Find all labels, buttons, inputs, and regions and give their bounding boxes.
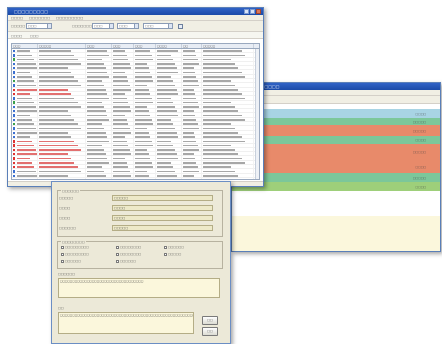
option-checkbox[interactable]: □□□□□□□□ xyxy=(116,252,141,256)
field3-value: □□□ xyxy=(119,24,128,28)
list-titlebar[interactable]: □□□□□□□□□ xyxy=(8,8,263,15)
subbar-item[interactable]: □□□ xyxy=(30,34,39,38)
group-title: □□□□□□ xyxy=(61,189,81,193)
form-window: □□□□□□ □□□□□ □□□□□ □□□□ □□□□ □□□□ □□□□ □… xyxy=(51,181,231,344)
checkbox-label: □□□□□□ xyxy=(65,259,81,263)
form-body: □□□□□□ □□□□□ □□□□□ □□□□ □□□□ □□□□ □□□□ □… xyxy=(52,182,230,343)
search-icon[interactable] xyxy=(178,23,183,29)
menu-item[interactable]: □□□□ xyxy=(11,15,23,20)
field-value[interactable]: □□□□ xyxy=(112,215,213,221)
field-value[interactable]: □□□□□ xyxy=(112,195,213,201)
column-header[interactable]: □□□ xyxy=(134,44,156,48)
field1-label: □□□□□ xyxy=(11,24,26,28)
checkbox-box[interactable] xyxy=(61,252,64,256)
table-cell xyxy=(38,177,86,179)
checkbox-box[interactable] xyxy=(61,245,64,249)
field3-select[interactable]: □□□ xyxy=(117,23,139,29)
checkbox-box[interactable] xyxy=(116,252,119,256)
checkbox-label: □□□□□□ xyxy=(168,245,184,249)
checkbox-box[interactable] xyxy=(164,245,167,249)
field-label: □□□□ xyxy=(59,206,71,210)
field2-select[interactable]: □□□ xyxy=(92,23,114,29)
band-value: □□□□ xyxy=(415,164,426,169)
menu-item[interactable]: □□□□□□□□□ xyxy=(56,15,83,20)
column-header[interactable]: □□□□ xyxy=(156,44,182,48)
band-value: □□□□□ xyxy=(412,128,426,133)
column-header[interactable]: □□□ xyxy=(86,44,112,48)
minimize-button[interactable] xyxy=(244,9,249,14)
band-value: □□□□□ xyxy=(412,119,426,124)
chevron-down-icon[interactable] xyxy=(168,24,172,28)
option-checkbox[interactable]: □□□□□□ xyxy=(116,259,136,263)
band-value: □□□□ xyxy=(415,111,426,116)
checkbox-label: □□□□□□□□□ xyxy=(65,252,89,256)
table-cell xyxy=(156,177,182,179)
memo2-title: □□ xyxy=(58,306,64,310)
checkbox-label: □□□□□□□□□ xyxy=(65,245,89,249)
column-header[interactable]: □□□ xyxy=(112,44,134,48)
list-window: □□□□□□□□□ □□□□ □□□□□□□ □□□□□□□□□ □□□□□ □… xyxy=(7,7,264,187)
table-body xyxy=(12,49,259,179)
field-label: □□□□ xyxy=(59,216,71,220)
timeline-footer-panel xyxy=(232,216,440,251)
checkbox-label: □□□□□□ xyxy=(120,259,136,263)
chevron-down-icon[interactable] xyxy=(47,24,51,28)
field4-select[interactable]: □□□ xyxy=(143,23,173,29)
checkbox-label: □□□□□□□□ xyxy=(120,252,142,256)
table-cell xyxy=(182,177,202,179)
option-checkbox[interactable]: □□□□□□ xyxy=(61,259,81,263)
checkbox-box[interactable] xyxy=(116,259,119,263)
menu-item[interactable]: □□□□□□□ xyxy=(29,15,50,20)
list-toolbar: □□□□□ □□□ □□□□□□□ □□□ □□□ □□□ xyxy=(8,21,263,32)
option-checkbox[interactable]: □□□□□□ xyxy=(164,245,184,249)
chevron-down-icon[interactable] xyxy=(134,24,138,28)
option-checkbox[interactable]: □□□□□□□□ xyxy=(116,245,141,249)
field2-value: □□□ xyxy=(94,24,103,28)
close-button[interactable] xyxy=(256,9,261,14)
cancel-button[interactable]: □□ xyxy=(202,327,218,336)
option-checkbox[interactable]: □□□□□ xyxy=(164,252,181,256)
option-checkbox[interactable]: □□□□□□□□□ xyxy=(61,252,89,256)
band-value: □□□□□ xyxy=(412,175,426,180)
record-table: □□□ □□□□□ □□□ □□□ □□□ □□□□ □□ □□□□□ xyxy=(11,43,260,180)
field-value[interactable]: □□□□ xyxy=(112,205,213,211)
maximize-button[interactable] xyxy=(250,9,255,14)
table-row[interactable] xyxy=(12,177,259,179)
table-cell xyxy=(86,177,112,179)
column-header[interactable]: □□ xyxy=(182,44,202,48)
checkbox-box[interactable] xyxy=(164,252,167,256)
field-label: □□□□□□ xyxy=(59,226,77,230)
checkbox-box[interactable] xyxy=(116,245,119,249)
field1-select[interactable]: □□□ xyxy=(26,23,52,29)
field2-label: □□□□□□□ xyxy=(72,24,92,28)
memo2-textarea[interactable]: □□□□□□□□□□□□□□□□□□□□□□□□□□□□□□□□□□□□□□□□… xyxy=(58,312,194,334)
band-value: □□□□ xyxy=(415,138,426,142)
ok-button[interactable]: □□ xyxy=(202,316,218,325)
list-window-title: □□□□□□□□□ xyxy=(14,9,49,14)
list-subbar: □□□□ □□□ xyxy=(8,32,263,39)
vertical-scrollbar[interactable] xyxy=(255,49,259,179)
field-label: □□□□□ xyxy=(59,196,74,200)
subbar-item[interactable]: □□□□ xyxy=(11,34,22,38)
column-header[interactable]: □□□□□ xyxy=(38,44,86,48)
band-value: □□□□ xyxy=(415,184,426,189)
table-cell xyxy=(112,177,134,179)
table-cell xyxy=(134,177,156,179)
memo1-title: □□□□□□ xyxy=(58,272,76,276)
field1-value: □□□ xyxy=(28,24,37,28)
table-cell xyxy=(12,177,38,179)
column-header[interactable]: □□□ xyxy=(12,44,38,48)
group-title: □□□□□□□□ xyxy=(61,240,86,244)
checkbox-label: □□□□□□□□ xyxy=(120,245,142,249)
table-cell xyxy=(202,177,254,179)
chevron-down-icon[interactable] xyxy=(109,24,113,28)
field4-value: □□□ xyxy=(145,24,154,28)
field-value[interactable]: □□□□□ xyxy=(112,225,213,231)
option-checkbox[interactable]: □□□□□□□□□ xyxy=(61,245,89,249)
checkbox-label: □□□□□ xyxy=(168,252,182,256)
checkbox-box[interactable] xyxy=(61,259,64,263)
column-header[interactable]: □□□□□ xyxy=(202,44,254,48)
memo1-textarea[interactable]: □□□□□□□□□□□□□□□□□□□□□□□□□□□□□□□□□□ xyxy=(58,278,220,298)
band-value: □□□□□ xyxy=(412,150,426,154)
